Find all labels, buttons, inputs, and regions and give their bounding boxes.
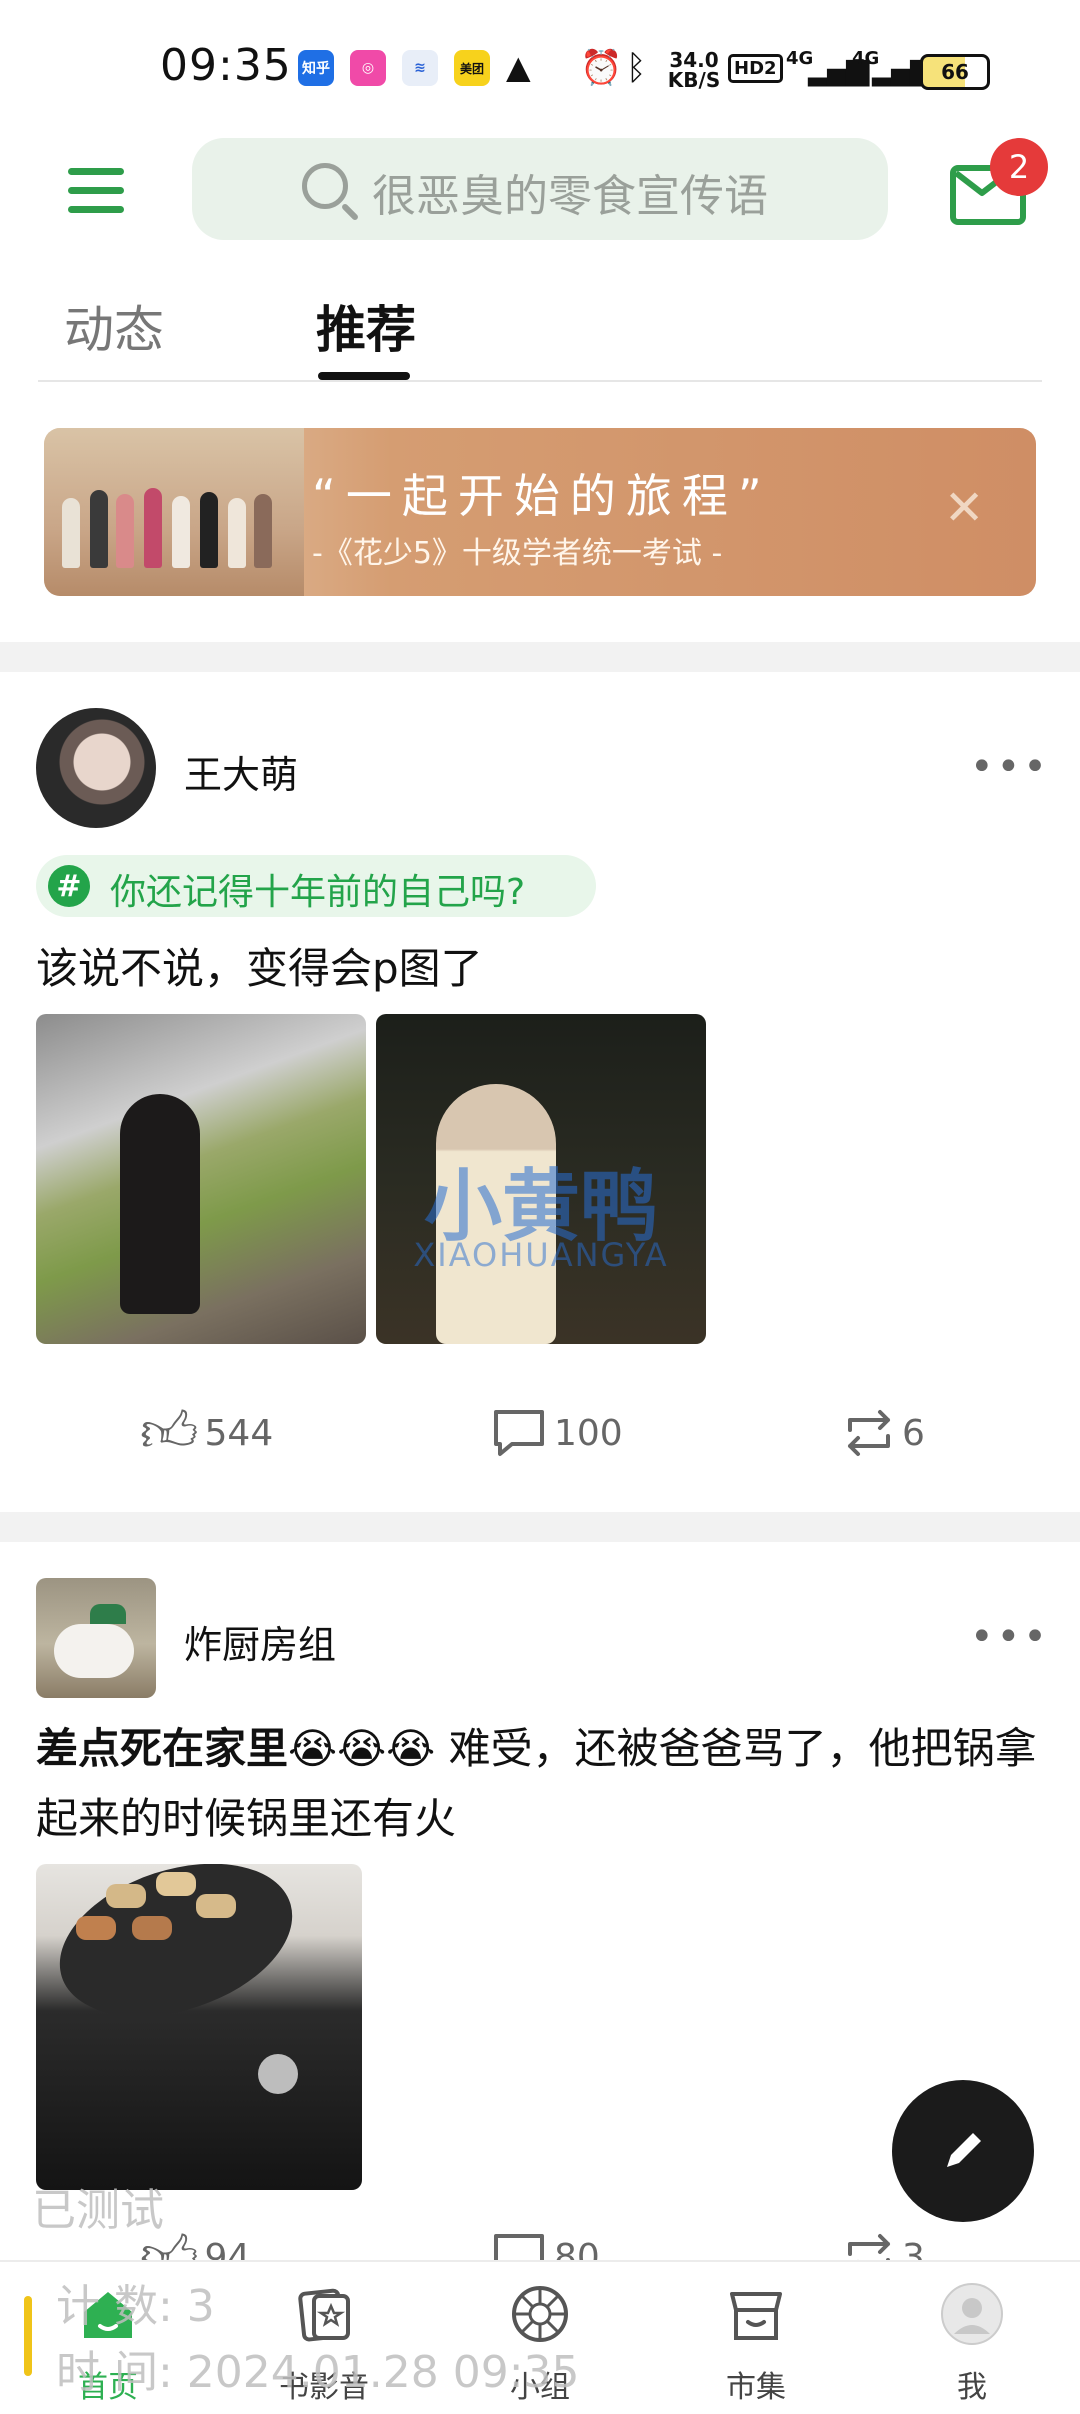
repost-icon (848, 1410, 890, 1456)
menu-icon[interactable] (60, 160, 132, 220)
hashtag-icon: # (48, 865, 90, 907)
banner-subtitle: -《花少5》十级学者统一考试 - (312, 536, 723, 571)
tab-dongtai[interactable]: 动态 (64, 290, 164, 362)
post-text: 差点死在家里😭😭😭 难受，还被爸爸骂了，他把锅拿起来的时候锅里还有火 (36, 1714, 1046, 1854)
nav-market-label: 市集 (726, 2370, 786, 2405)
image-watermark-sub: XIAOHUANGYA (413, 1236, 669, 1274)
nav-profile-label: 我 (957, 2370, 987, 2405)
bluetooth-icon: ᛒ (626, 48, 647, 88)
active-tab-indicator (318, 372, 410, 380)
warning-icon: ▲ (506, 48, 531, 86)
nav-profile[interactable]: 我 (864, 2262, 1080, 2414)
banner-title: “一起开始的旅程” (312, 469, 772, 523)
test-watermark-line3: 时 间: 2024.01.28 09:35 (56, 2347, 580, 2398)
like-count: 544 (204, 1412, 274, 1454)
app-icon: ◎ (350, 50, 386, 86)
network-speed: 34.0 KB/S (667, 48, 721, 92)
repost-button[interactable]: 6 (836, 1398, 925, 1468)
alarm-icon: ⏰ (580, 48, 623, 88)
post-username[interactable]: 王大萌 (184, 744, 298, 799)
profile-icon (941, 2283, 1003, 2345)
comment-count: 100 (554, 1412, 623, 1454)
post-image[interactable] (36, 1864, 362, 2190)
promo-banner[interactable]: “一起开始的旅程” -《花少5》十级学者统一考试 - ✕ (44, 428, 1036, 596)
app-icon: ≋ (402, 50, 438, 86)
test-watermark-line2: 计 数: 3 (56, 2281, 215, 2332)
comment-button[interactable]: 100 (490, 1398, 623, 1468)
like-button[interactable]: 👍︎ 544 (140, 1398, 273, 1468)
search-placeholder: 很恶臭的零食宣传语 (372, 171, 768, 222)
post-text: 该说不说，变得会p图了 (36, 944, 483, 993)
pencil-icon (947, 2133, 981, 2167)
topic-tag[interactable]: # 你还记得十年前的自己吗? (36, 855, 596, 917)
thumbs-up-icon: 👍︎ (140, 1399, 199, 1465)
repost-count: 6 (902, 1412, 925, 1454)
avatar[interactable] (36, 1578, 156, 1698)
post-image[interactable]: 小黄鸭 XIAOHUANGYA (376, 1014, 706, 1344)
compose-button[interactable] (892, 2080, 1034, 2222)
status-bar: 09:35 知乎 ◎ ≋ 美团 ▲ ⏰ ᛒ 34.0 KB/S HD2 4G ▂… (0, 0, 1080, 130)
comment-icon (494, 1410, 544, 1456)
post-text-bold: 差点死在家里😭😭😭 (36, 1724, 436, 1773)
tab-divider (38, 380, 1042, 382)
close-icon[interactable]: ✕ (944, 480, 984, 536)
market-icon (730, 2292, 782, 2340)
post-username[interactable]: 炸厨房组 (184, 1614, 336, 1669)
search-bar[interactable]: 很恶臭的零食宣传语 (192, 138, 888, 240)
avatar[interactable] (36, 708, 156, 828)
hd-icon: HD2 (728, 54, 783, 83)
post-image[interactable] (36, 1014, 366, 1344)
topic-label: 你还记得十年前的自己吗? (110, 872, 526, 913)
mail-badge: 2 (990, 138, 1048, 196)
zhihu-app-icon: 知乎 (298, 50, 334, 86)
section-divider (0, 642, 1080, 672)
test-watermark-line1: 已测试 (32, 2185, 164, 2236)
tab-tuijian[interactable]: 推荐 (316, 290, 416, 362)
battery-icon: 66 (920, 54, 990, 90)
search-icon (302, 163, 348, 209)
more-options-icon[interactable]: ••• (970, 1614, 1050, 1660)
nav-market[interactable]: 市集 (648, 2262, 864, 2414)
meituan-app-icon: 美团 (454, 50, 490, 86)
section-divider (0, 1512, 1080, 1542)
more-options-icon[interactable]: ••• (970, 744, 1050, 790)
status-time: 09:35 (160, 40, 292, 91)
banner-image (44, 428, 304, 596)
